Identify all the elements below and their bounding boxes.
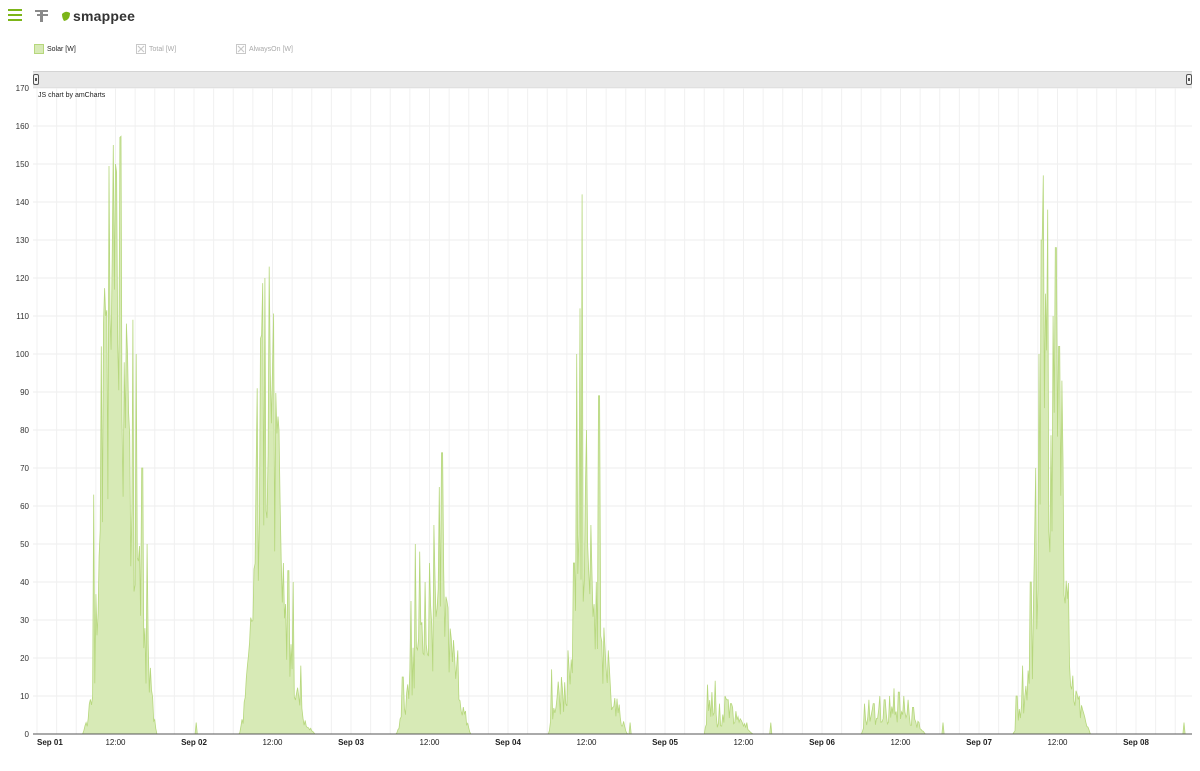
y-tick-label: 40: [20, 578, 29, 587]
y-tick-label: 70: [20, 464, 29, 473]
y-tick-label: 60: [20, 502, 29, 511]
y-tick-label: 80: [20, 426, 29, 435]
y-tick-label: 20: [20, 654, 29, 663]
x-tick-label: Sep 08: [1123, 738, 1149, 747]
x-tick-label: 12:00: [419, 738, 440, 747]
x-tick-label: 12:00: [890, 738, 911, 747]
y-tick-label: 0: [25, 730, 30, 739]
y-tick-label: 30: [20, 616, 29, 625]
y-tick-label: 160: [16, 122, 30, 131]
y-tick-label: 100: [16, 350, 30, 359]
x-tick-label: Sep 01: [37, 738, 63, 747]
x-tick-label: Sep 03: [338, 738, 364, 747]
y-tick-label: 90: [20, 388, 29, 397]
x-tick-label: Sep 05: [652, 738, 678, 747]
x-tick-label: Sep 02: [181, 738, 207, 747]
y-tick-label: 10: [20, 692, 29, 701]
x-tick-label: Sep 07: [966, 738, 992, 747]
x-tick-label: Sep 06: [809, 738, 835, 747]
x-tick-label: 12:00: [1047, 738, 1068, 747]
y-tick-label: 120: [16, 274, 30, 283]
chart-credit[interactable]: JS chart by amCharts: [38, 92, 105, 99]
y-tick-label: 170: [16, 84, 30, 93]
solar-area-chart: 0 10 20 30 40 50 60 70 80 90 100 110 120 130 140 150 160…: [16, 84, 1192, 747]
y-tick-label: 140: [16, 198, 30, 207]
x-tick-label: 12:00: [576, 738, 597, 747]
x-tick-label: 12:00: [262, 738, 283, 747]
y-tick-label: 50: [20, 540, 29, 549]
y-tick-label: 150: [16, 160, 30, 169]
x-tick-label: 12:00: [733, 738, 754, 747]
y-tick-label: 110: [16, 312, 29, 321]
x-tick-label: 12:00: [105, 738, 126, 747]
y-tick-label: 130: [16, 236, 30, 245]
x-tick-label: Sep 04: [495, 738, 521, 747]
